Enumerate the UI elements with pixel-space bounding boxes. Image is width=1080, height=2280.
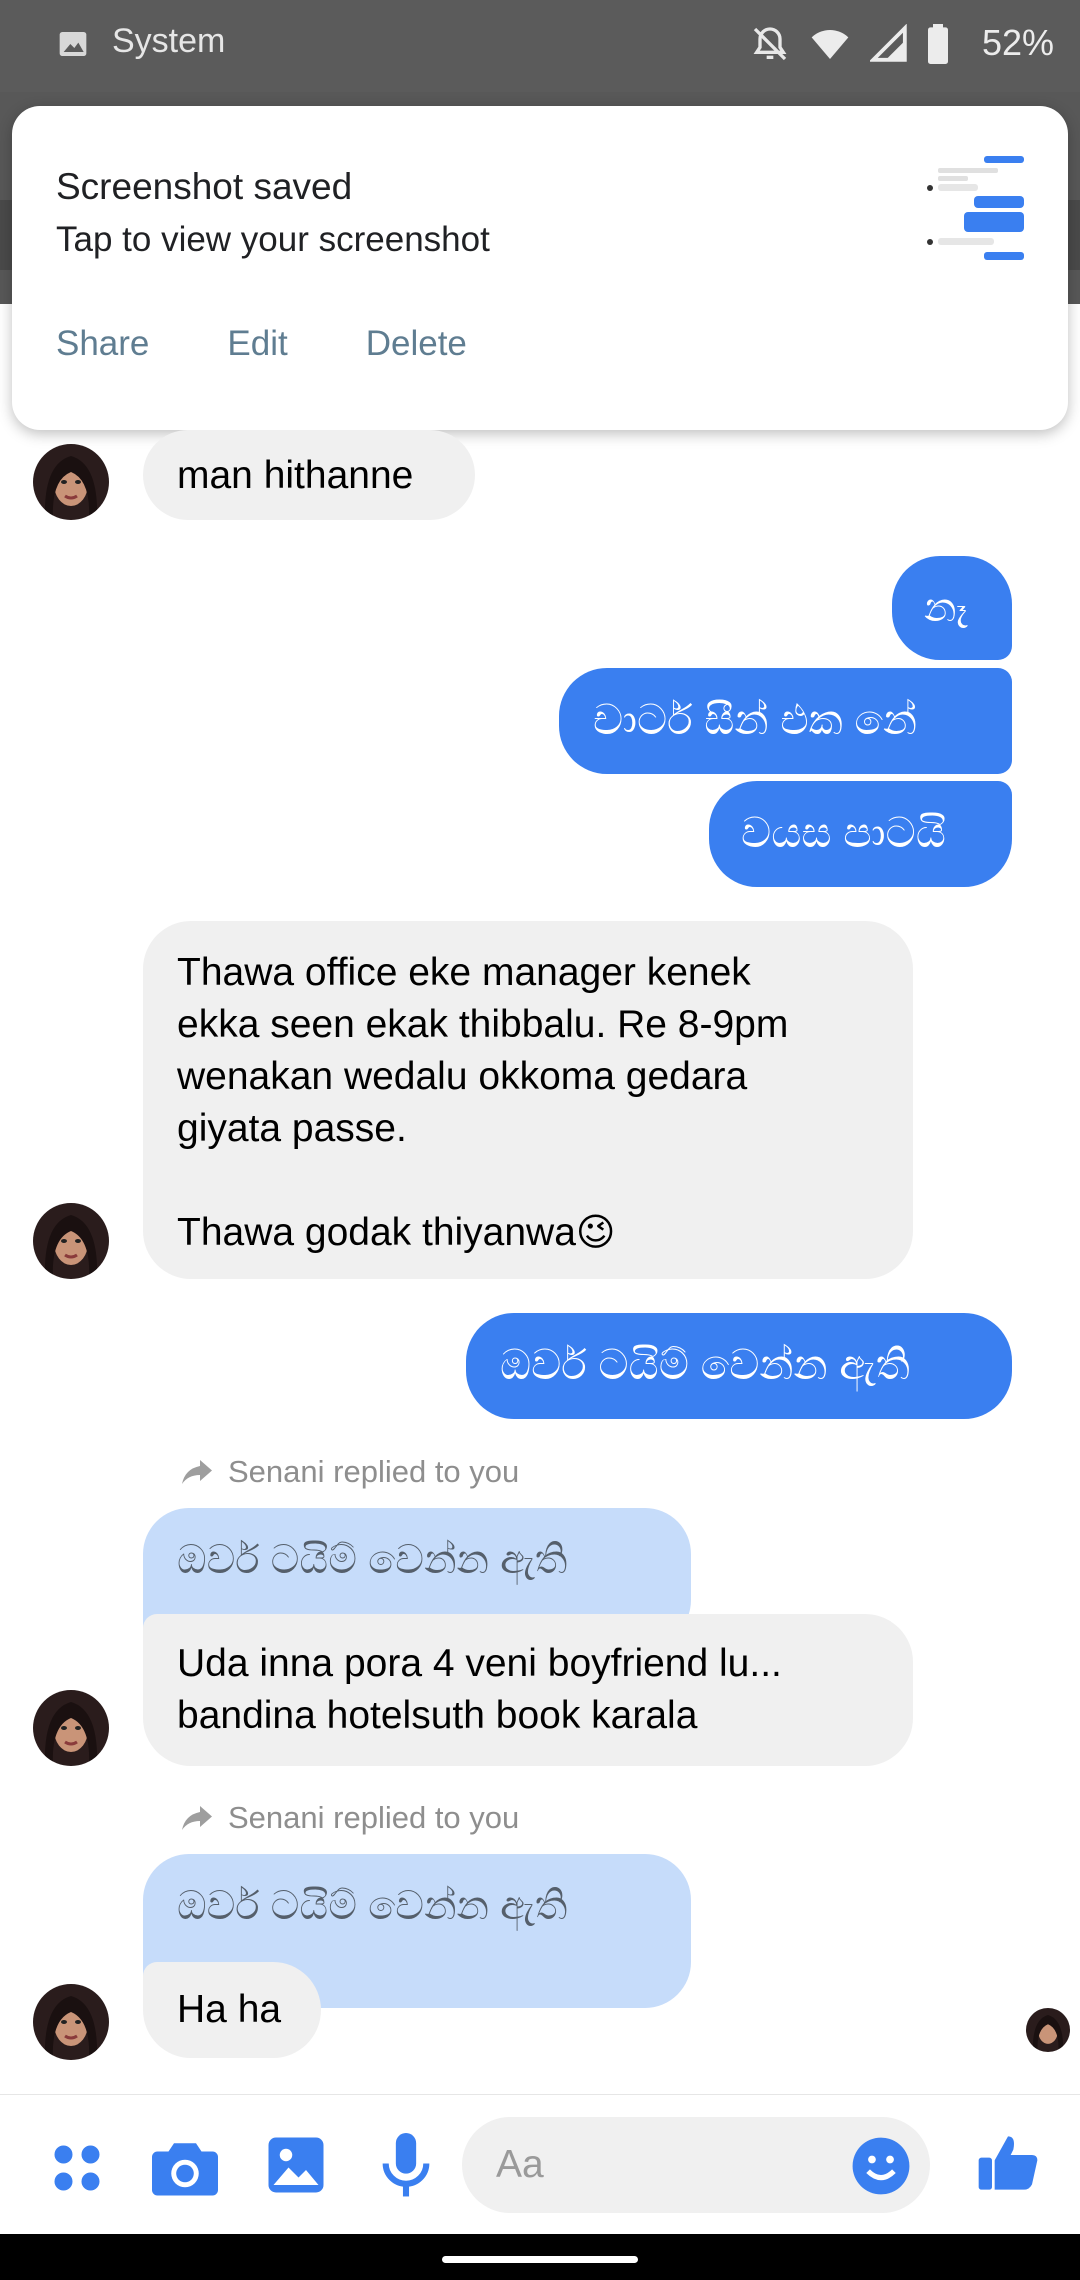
contact-avatar[interactable]: [33, 444, 109, 520]
microphone-icon[interactable]: [382, 2133, 430, 2199]
battery-percentage: 52%: [981, 22, 1054, 63]
thumbs-up-icon[interactable]: [976, 2129, 1040, 2197]
reply-arrow-icon: [182, 1460, 212, 1484]
message-line: wenakan wedalu okkoma gedara: [177, 1055, 748, 1098]
message-line-text: Thawa godak thiyanwa: [177, 1211, 576, 1254]
wifi-icon: [811, 30, 849, 59]
avatar-image: [33, 1690, 109, 1766]
status-app-label: System: [112, 22, 226, 60]
emoji-icon[interactable]: [850, 2135, 912, 2197]
status-icons: [750, 24, 950, 64]
quoted-text: ඔවර් ටයිම් වෙන්න ඇති: [177, 1538, 568, 1582]
message-line: bandina hotelsuth book karala: [177, 1694, 698, 1737]
message-text-block: Thawa office eke manager kenek ekka seen…: [177, 947, 887, 1259]
message-line: Thawa godak thiyanwa😉: [177, 1207, 887, 1259]
message-text-block: Uda inna pora 4 veni boyfriend lu... ban…: [177, 1638, 782, 1742]
message-composer: Aa: [0, 2094, 1080, 2235]
message-line: Uda inna pora 4 veni boyfriend lu...: [177, 1642, 782, 1685]
message-text: Ha ha: [177, 1988, 282, 2031]
message-outgoing[interactable]: චාටර් සීන් එක නේ: [559, 668, 1012, 774]
message-text: ඔවර් ටයිම් වෙන්න ඇති: [500, 1341, 910, 1388]
dnd-off-icon: [753, 27, 787, 61]
message-incoming[interactable]: Thawa office eke manager kenek ekka seen…: [143, 921, 913, 1279]
home-gesture-handle[interactable]: [442, 2256, 638, 2263]
message-text: වයස පාටයි: [741, 809, 946, 856]
signal-icon: [870, 24, 907, 62]
notification-subtitle: Tap to view your screenshot: [56, 220, 490, 259]
battery-icon: [928, 24, 948, 64]
delete-button[interactable]: Delete: [366, 324, 467, 364]
quoted-text: ඔවර් ටයිම් වෙන්න ඇති: [177, 1884, 568, 1928]
status-bar: System 52%: [0, 0, 1080, 92]
contact-avatar[interactable]: [33, 1984, 109, 2060]
notification-title: Screenshot saved: [56, 166, 353, 207]
reply-indicator: Senani replied to you: [178, 1454, 519, 1490]
camera-icon[interactable]: [152, 2137, 218, 2199]
message-outgoing[interactable]: වයස පාටයි: [709, 781, 1012, 887]
message-line: Thawa office eke manager kenek: [177, 951, 751, 994]
message-outgoing[interactable]: නෑ: [892, 556, 1012, 660]
contact-avatar[interactable]: [33, 1203, 109, 1279]
screenshot-notification[interactable]: Screenshot saved Tap to view your screen…: [12, 106, 1068, 430]
reply-indicator-label: Senani replied to you: [228, 1454, 520, 1489]
share-button[interactable]: Share: [56, 324, 149, 364]
notification-actions: Share Edit Delete: [56, 324, 467, 364]
avatar-image: [33, 1984, 109, 2060]
avatar-image: [33, 444, 109, 520]
image-icon: [59, 32, 87, 56]
message-incoming[interactable]: Uda inna pora 4 veni boyfriend lu... ban…: [143, 1614, 913, 1766]
contact-avatar[interactable]: [33, 1690, 109, 1766]
gallery-icon[interactable]: [266, 2135, 326, 2195]
message-input[interactable]: Aa: [462, 2117, 930, 2213]
message-line: ekka seen ekak thibbalu. Re 8-9pm: [177, 1003, 789, 1046]
screenshot-thumbnail[interactable]: [924, 150, 1036, 268]
system-navigation-bar: [0, 2234, 1080, 2280]
apps-icon[interactable]: [50, 2141, 104, 2195]
message-outgoing[interactable]: ඔවර් ටයිම් වෙන්න ඇති: [466, 1313, 1012, 1419]
reply-indicator: Senani replied to you: [178, 1800, 519, 1836]
message-text: man hithanne: [177, 454, 414, 497]
avatar-image: [33, 1203, 109, 1279]
wink-emoji: 😉: [575, 1212, 616, 1254]
seen-receipt-avatar: [1026, 2008, 1070, 2052]
message-line: giyata passe.: [177, 1107, 407, 1150]
edit-button[interactable]: Edit: [227, 324, 287, 364]
reply-arrow-icon: [182, 1806, 212, 1830]
message-text: නෑ: [924, 586, 968, 630]
message-text: චාටර් සීන් එක නේ: [593, 696, 918, 743]
reply-indicator-label: Senani replied to you: [228, 1800, 520, 1835]
message-incoming[interactable]: Ha ha: [143, 1962, 321, 2058]
message-input-placeholder: Aa: [496, 2143, 544, 2186]
avatar-image: [1026, 2008, 1070, 2052]
message-incoming[interactable]: man hithanne: [143, 430, 475, 520]
